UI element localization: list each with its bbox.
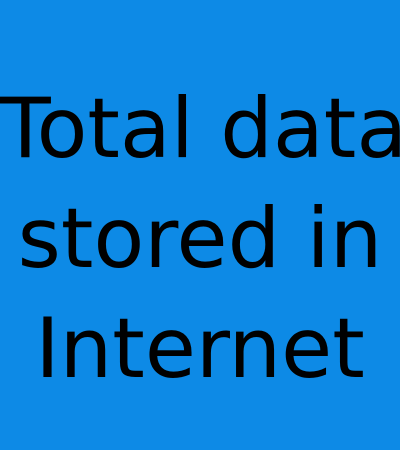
headline-line-1: Total data xyxy=(0,80,400,177)
headline-line-2: stored in xyxy=(17,190,383,287)
slide-canvas: Total data stored in Internet xyxy=(0,0,400,450)
headline-line-3: Internet xyxy=(35,300,365,397)
slide-headline: Total data stored in Internet xyxy=(0,0,400,450)
